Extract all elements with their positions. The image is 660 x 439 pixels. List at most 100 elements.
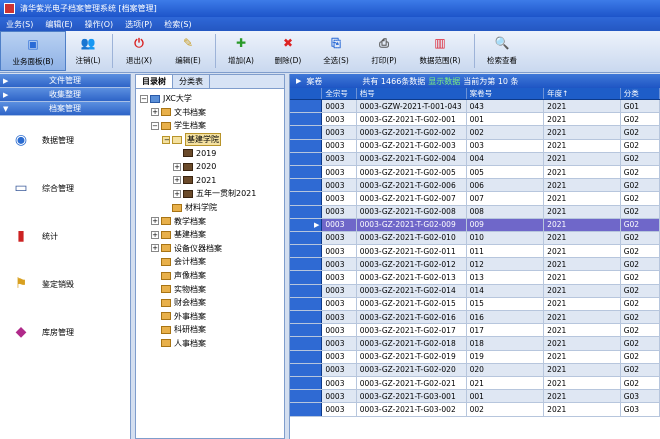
table-row[interactable]: 0003 0003-GZ-2021-T-G02-018 018 2021 G02	[290, 337, 660, 351]
row-indicator[interactable]	[290, 376, 323, 390]
tree-node[interactable]: 外事档案	[140, 310, 284, 324]
row-indicator[interactable]	[290, 403, 323, 416]
section-collect[interactable]: ▶ 收集整理	[0, 88, 130, 102]
section-file-management[interactable]: ▶ 文件管理	[0, 74, 130, 88]
collapse-icon[interactable]: −	[151, 121, 159, 130]
tree-node[interactable]: − JXC大学	[140, 92, 284, 106]
table-row[interactable]: 0003 0003-GZ-2021-T-G02-019 019 2021 G02	[290, 350, 660, 364]
expand-icon[interactable]: +	[173, 176, 181, 185]
row-indicator[interactable]: ▶	[290, 218, 323, 231]
menu-search[interactable]: 检索(S)	[158, 19, 197, 30]
row-indicator[interactable]	[290, 100, 323, 113]
tree-node[interactable]: + 设备仪器档案	[140, 242, 284, 256]
nav-item-stamp[interactable]: ⚑ 鉴定销毁	[0, 260, 130, 308]
table-row[interactable]: 0003 0003-GZ-2021-T-G02-017 017 2021 G02	[290, 324, 660, 338]
row-indicator[interactable]	[290, 245, 323, 258]
table-row[interactable]: 0003 0003-GZ-2021-T-G02-016 016 2021 G02	[290, 311, 660, 325]
toolbar-button-range[interactable]: ▥ 数据范围(R)	[408, 31, 472, 71]
row-indicator[interactable]	[290, 284, 323, 297]
row-indicator[interactable]	[290, 324, 323, 337]
column-header[interactable]: 档号	[356, 88, 467, 99]
table-row[interactable]: 0003 0003-GZ-2021-T-G02-007 007 2021 G02	[290, 192, 660, 206]
row-indicator[interactable]	[290, 271, 323, 284]
tree-node[interactable]: 2019	[140, 146, 284, 160]
tab-directory-tree[interactable]: 目录树	[136, 75, 173, 88]
column-header[interactable]: 全宗号	[322, 88, 357, 99]
table-row[interactable]: 0003 0003-GZ-2021-T-G02-010 010 2021 G02	[290, 231, 660, 246]
table-row[interactable]: 0003 0003-GZ-2021-T-G03-002 002 2021 G03	[290, 403, 660, 417]
expand-icon[interactable]: +	[151, 244, 159, 253]
menu-operate[interactable]: 操作(O)	[79, 19, 120, 30]
row-indicator[interactable]	[290, 205, 323, 218]
toolbar-button-dashboard[interactable]: ▣ 业务面板(B)	[0, 31, 66, 71]
row-indicator[interactable]	[290, 311, 323, 324]
tree-node[interactable]: 声像档案	[140, 269, 284, 283]
row-indicator[interactable]	[290, 258, 323, 271]
table-row[interactable]: 0003 0003-GZ-2021-T-G02-011 011 2021 G02	[290, 245, 660, 259]
row-indicator[interactable]	[290, 139, 323, 152]
column-header[interactable]: 案卷号	[466, 88, 545, 99]
row-indicator[interactable]	[290, 165, 323, 179]
tree-node[interactable]: + 基建档案	[140, 228, 284, 242]
row-indicator[interactable]	[290, 192, 323, 205]
collapse-icon[interactable]: −	[162, 135, 170, 144]
table-row[interactable]: 0003 0003-GZ-2021-T-G02-005 005 2021 G02	[290, 165, 660, 180]
tree-node[interactable]: − 学生档案	[140, 119, 284, 133]
nav-item-book[interactable]: ◆ 库房管理	[0, 308, 130, 356]
row-indicator[interactable]	[290, 297, 323, 310]
row-indicator[interactable]	[290, 337, 323, 350]
menu-business[interactable]: 业务(S)	[0, 19, 39, 30]
expand-icon[interactable]: +	[151, 217, 159, 226]
column-header[interactable]: 年度↑	[544, 88, 621, 99]
table-row[interactable]: 0003 0003-GZ-2021-T-G02-014 014 2021 G02	[290, 284, 660, 298]
row-indicator[interactable]	[290, 363, 323, 376]
tree-node[interactable]: + 教学档案	[140, 214, 284, 228]
table-row[interactable]: 0003 0003-GZ-2021-T-G03-001 001 2021 G03	[290, 390, 660, 404]
section-archive-management[interactable]: ▼ 档案管理	[0, 102, 130, 116]
toolbar-button-search[interactable]: 🔍 检索查看	[477, 31, 527, 71]
toolbar-button-select-all[interactable]: ⎘ 全选(S)	[312, 31, 360, 71]
row-indicator[interactable]	[290, 126, 323, 139]
tree-node[interactable]: + 五年一贯制2021	[140, 187, 284, 201]
show-data-link[interactable]: 显示数据	[428, 76, 460, 87]
toolbar-button-power[interactable]: ⏻ 退出(X)	[115, 31, 163, 71]
table-row[interactable]: 0003 0003-GZW-2021-T-001-043 043 2021 G01	[290, 100, 660, 114]
expand-icon[interactable]: +	[151, 230, 159, 239]
row-indicator[interactable]	[290, 113, 323, 126]
table-row[interactable]: 0003 0003-GZ-2021-T-G02-004 004 2021 G02	[290, 152, 660, 166]
row-indicator[interactable]	[290, 390, 323, 403]
tree-node[interactable]: +2021	[140, 174, 284, 188]
table-row[interactable]: 0003 0003-GZ-2021-T-G02-015 015 2021 G02	[290, 297, 660, 311]
nav-item-chart[interactable]: ▮ 统计	[0, 212, 130, 260]
toolbar-button-plus[interactable]: ✚ 增加(A)	[218, 31, 264, 71]
tree-node[interactable]: 科研档案	[140, 323, 284, 337]
table-row[interactable]: 0003 0003-GZ-2021-T-G02-008 008 2021 G02	[290, 205, 660, 219]
table-row[interactable]: 0003 0003-GZ-2021-T-G02-012 012 2021 G02	[290, 258, 660, 272]
table-row[interactable]: 0003 0003-GZ-2021-T-G02-002 002 2021 G02	[290, 126, 660, 140]
table-row[interactable]: 0003 0003-GZ-2021-T-G02-013 013 2021 G02	[290, 271, 660, 285]
toolbar-button-edit[interactable]: ✎ 编辑(E)	[163, 31, 213, 71]
expand-icon[interactable]: +	[173, 162, 181, 171]
tree-node[interactable]: 财会档案	[140, 296, 284, 310]
table-row[interactable]: 0003 0003-GZ-2021-T-G02-006 006 2021 G02	[290, 179, 660, 193]
row-indicator[interactable]	[290, 231, 323, 245]
row-indicator[interactable]	[290, 350, 323, 363]
menu-options[interactable]: 选项(P)	[119, 19, 158, 30]
table-row[interactable]: 0003 0003-GZ-2021-T-G02-021 021 2021 G02	[290, 376, 660, 391]
table-row[interactable]: 0003 0003-GZ-2021-T-G02-020 020 2021 G02	[290, 363, 660, 377]
tree-node[interactable]: +2020	[140, 160, 284, 174]
collapse-icon[interactable]: −	[140, 94, 148, 103]
tree-node[interactable]: 材料学院	[140, 201, 284, 215]
expand-icon[interactable]: +	[151, 108, 159, 117]
toolbar-button-delete[interactable]: ✖ 删除(D)	[264, 31, 312, 71]
tab-category-table[interactable]: 分类表	[173, 75, 210, 88]
tree-node[interactable]: 人事档案	[140, 337, 284, 351]
table-row[interactable]: ▶ 0003 0003-GZ-2021-T-G02-009 009 2021 G02	[290, 218, 660, 232]
tree-node[interactable]: 会计档案	[140, 255, 284, 269]
table-row[interactable]: 0003 0003-GZ-2021-T-G02-001 001 2021 G02	[290, 113, 660, 127]
column-header[interactable]: 分类	[620, 88, 660, 99]
table-row[interactable]: 0003 0003-GZ-2021-T-G02-003 003 2021 G02	[290, 139, 660, 153]
row-indicator[interactable]	[290, 152, 323, 165]
tree-node[interactable]: 实物档案	[140, 282, 284, 296]
nav-item-monitor[interactable]: ▭ 综合管理	[0, 164, 130, 212]
